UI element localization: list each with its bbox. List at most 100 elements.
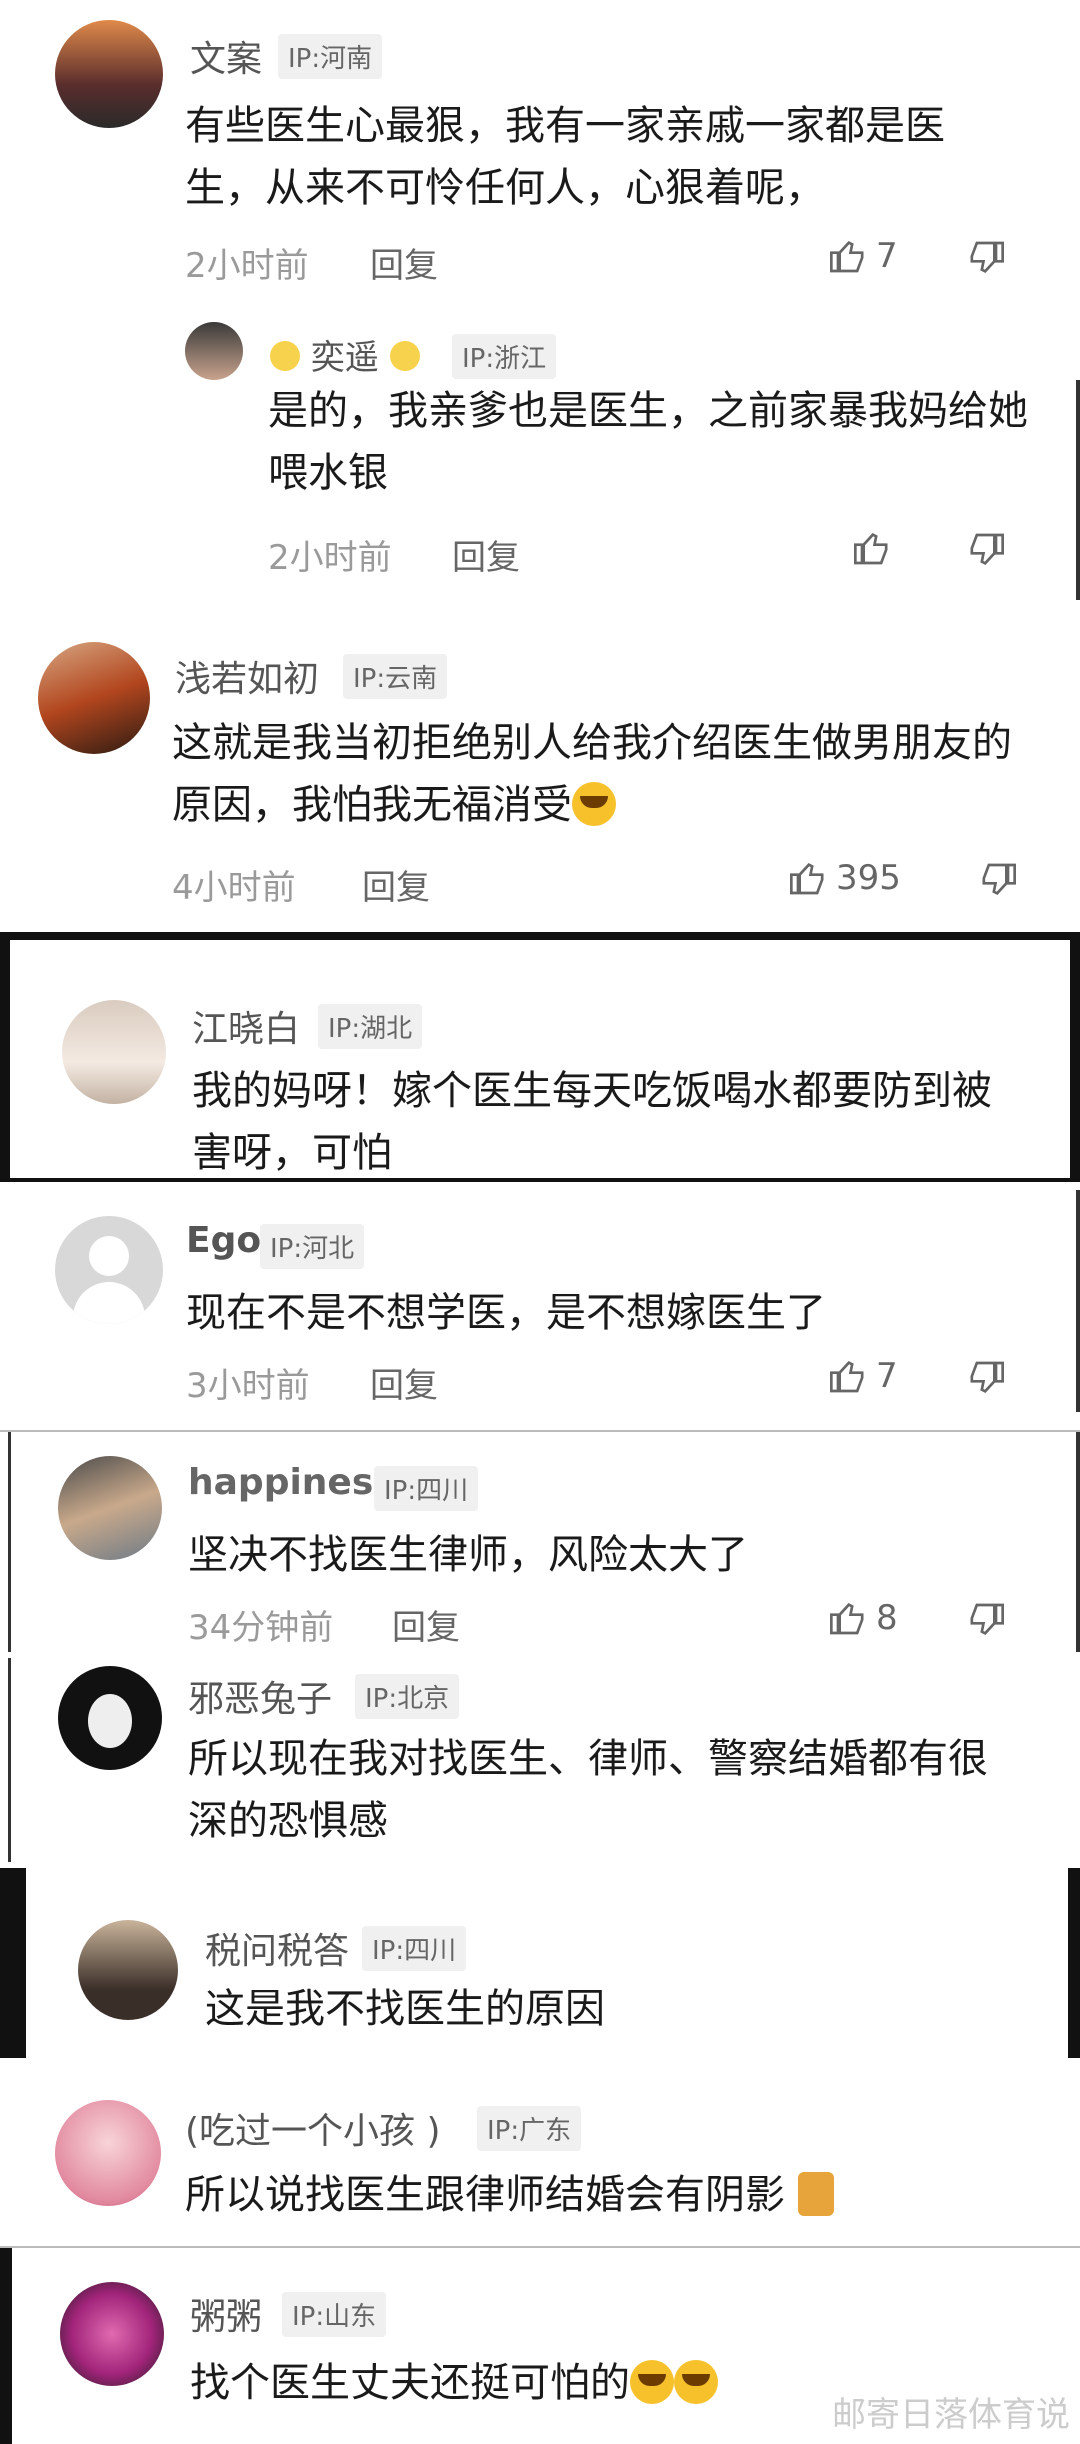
- comment-author[interactable]: 文案: [190, 30, 262, 82]
- panel-edge: [1076, 1432, 1080, 1652]
- comment-text: 是的，我亲爹也是医生，之前家暴我妈给她喂水银: [268, 388, 1028, 496]
- panel-edge: [8, 1432, 11, 1652]
- thumbs-down-icon: [970, 533, 1004, 565]
- comment-author[interactable]: 江晓白: [192, 1000, 300, 1052]
- panel-edge: [8, 1658, 11, 1862]
- comment-text: 所以现在我对找医生、律师、警察结婚都有很深的恐惧感: [188, 1736, 988, 1844]
- comment-author[interactable]: 粥粥: [190, 2288, 262, 2340]
- ip-location-badge: IP:云南: [343, 654, 448, 699]
- watermark: 邮寄日落体育说: [832, 2395, 1070, 2435]
- comment-panel-2: 浅若如初 IP:云南 这就是我当初拒绝别人给我介绍医生做男朋友的原因，我怕我无福…: [0, 620, 1080, 930]
- thumbs-down-icon: [970, 1361, 1004, 1393]
- avatar[interactable]: [55, 20, 163, 128]
- laughing-emoji-icon: [674, 2360, 718, 2404]
- comment-author[interactable]: happiness: [188, 1462, 395, 1503]
- comment-panel-8: (吃过一个小孩 ) IP:广东 所以说找医生跟律师结婚会有阴影: [0, 2060, 1080, 2240]
- ip-location-badge: IP:湖北: [318, 1004, 423, 1049]
- comment-panel-5: happiness IP:四川 坚决不找医生律师，风险太大了 34分钟前 回复 …: [0, 1430, 1080, 1652]
- avatar[interactable]: [62, 1000, 166, 1104]
- reply-panel: 是的，我亲爹也是医生，之前家暴我妈给她喂水银 2小时前 回复: [0, 380, 1080, 600]
- avatar[interactable]: [55, 1216, 163, 1324]
- comment-panel-3: 江晓白 IP:湖北 我的妈呀！嫁个医生每天吃饭喝水都要防到被害呀，可怕: [0, 932, 1080, 1182]
- ip-location-badge: IP:山东: [282, 2292, 387, 2337]
- panel-edge: [1076, 1190, 1080, 1412]
- comment-panel-7: 税问税答 IP:四川 这是我不找医生的原因: [0, 1868, 1080, 2058]
- avatar[interactable]: [78, 1920, 178, 2020]
- like-count: 7: [876, 236, 898, 276]
- thumbs-up-icon: [790, 863, 824, 895]
- comment-time: 3小时前: [186, 1366, 310, 1406]
- comment-time: 4小时前: [172, 868, 296, 908]
- default-user-body: [73, 1282, 145, 1324]
- comment-time: 34分钟前: [188, 1608, 334, 1648]
- comment-author[interactable]: 税问税答: [205, 1922, 349, 1974]
- avatar[interactable]: [58, 1456, 162, 1560]
- like-count: 7: [876, 1356, 898, 1396]
- comment-panel-4: Ego IP:河北 现在不是不想学医，是不想嫁医生了 3小时前 回复 7: [0, 1190, 1080, 1412]
- comment-author[interactable]: 浅若如初: [175, 650, 319, 702]
- like-button[interactable]: [852, 528, 900, 568]
- dislike-button[interactable]: [966, 1600, 1006, 1644]
- comment-author[interactable]: 邪恶兔子: [188, 1670, 332, 1722]
- thumbs-down-icon: [982, 863, 1016, 895]
- reply-button[interactable]: 回复: [362, 860, 430, 909]
- reply-button[interactable]: 回复: [370, 238, 438, 287]
- thumbs-up-icon: [830, 1361, 864, 1393]
- thumbs-up-icon: [854, 533, 888, 565]
- comment-text: 这是我不找医生的原因: [205, 1986, 605, 2032]
- thumbs-down-icon: [970, 241, 1004, 273]
- comment-panel-6: 邪恶兔子 IP:北京 所以现在我对找医生、律师、警察结婚都有很深的恐惧感: [0, 1658, 1080, 1862]
- avatar[interactable]: [55, 2100, 161, 2206]
- rabbit-face-icon: [88, 1694, 132, 1748]
- laughing-emoji-icon: [630, 2360, 674, 2404]
- ip-location-badge: IP:北京: [355, 1674, 460, 1719]
- ip-location-badge: IP:河北: [260, 1224, 365, 1269]
- like-button[interactable]: 8: [828, 1598, 898, 1638]
- panel-edge: [1070, 940, 1080, 1178]
- comment-time: 2小时前: [185, 246, 309, 286]
- panel-edge: [0, 940, 10, 1178]
- reply-button[interactable]: 回复: [370, 1358, 438, 1407]
- comment-text: 现在不是不想学医，是不想嫁医生了: [186, 1290, 826, 1336]
- chick-emoji-icon: [389, 341, 420, 371]
- ip-location-badge: IP:四川: [374, 1466, 479, 1511]
- like-count: 395: [836, 858, 901, 898]
- avatar[interactable]: [58, 1666, 162, 1770]
- like-button[interactable]: 7: [828, 236, 898, 276]
- reply-button[interactable]: 回复: [392, 1600, 460, 1649]
- comment-author[interactable]: (吃过一个小孩 ): [185, 2102, 441, 2154]
- dislike-button[interactable]: [966, 1358, 1006, 1402]
- cat-sticker-icon: [797, 2172, 834, 2216]
- dislike-button[interactable]: [966, 238, 1006, 282]
- like-button[interactable]: 7: [828, 1356, 898, 1396]
- comment-author[interactable]: Ego: [186, 1220, 261, 1261]
- comment-panel-9: 粥粥 IP:山东 找个医生丈夫还挺可怕的 邮寄日落体育说: [0, 2246, 1080, 2444]
- avatar[interactable]: [185, 322, 243, 380]
- laughing-emoji-icon: [572, 782, 616, 826]
- like-button[interactable]: 395: [788, 858, 901, 898]
- thumbs-up-icon: [830, 1603, 864, 1635]
- comment-text: 有些医生心最狠，我有一家亲戚一家都是医生，从来不可怜任何人，心狠着呢，: [185, 103, 945, 211]
- comment-text: 我的妈呀！嫁个医生每天吃饭喝水都要防到被害呀，可怕: [192, 1068, 992, 1176]
- comment-text: 这就是我当初拒绝别人给我介绍医生做男朋友的原因，我怕我无福消受: [172, 720, 1012, 828]
- ip-location-badge: IP:四川: [362, 1926, 467, 1971]
- dislike-button[interactable]: [978, 860, 1018, 904]
- dislike-button[interactable]: [966, 530, 1006, 574]
- panel-edge: [0, 2248, 12, 2444]
- avatar[interactable]: [60, 2282, 164, 2386]
- comment-text: 坚决不找医生律师，风险太大了: [188, 1532, 748, 1578]
- default-user-icon: [89, 1236, 129, 1276]
- thumbs-up-icon: [830, 241, 864, 273]
- comment-text: 所以说找医生跟律师结婚会有阴影: [185, 2164, 1025, 2226]
- like-count: 8: [876, 1598, 898, 1638]
- panel-edge: [0, 1868, 26, 2058]
- panel-edge: [1068, 1868, 1080, 2058]
- reply-button[interactable]: 回复: [452, 530, 520, 579]
- avatar[interactable]: [38, 642, 150, 754]
- chick-emoji-icon: [270, 341, 300, 371]
- thumbs-down-icon: [970, 1603, 1004, 1635]
- ip-location-badge: IP:河南: [278, 34, 383, 79]
- comment-panel-1: 文案 IP:河南 有些医生心最狠，我有一家亲戚一家都是医生，从来不可怜任何人，心…: [0, 0, 1080, 380]
- panel-edge: [1076, 380, 1080, 600]
- comment-author[interactable]: 奕遥: [270, 330, 420, 379]
